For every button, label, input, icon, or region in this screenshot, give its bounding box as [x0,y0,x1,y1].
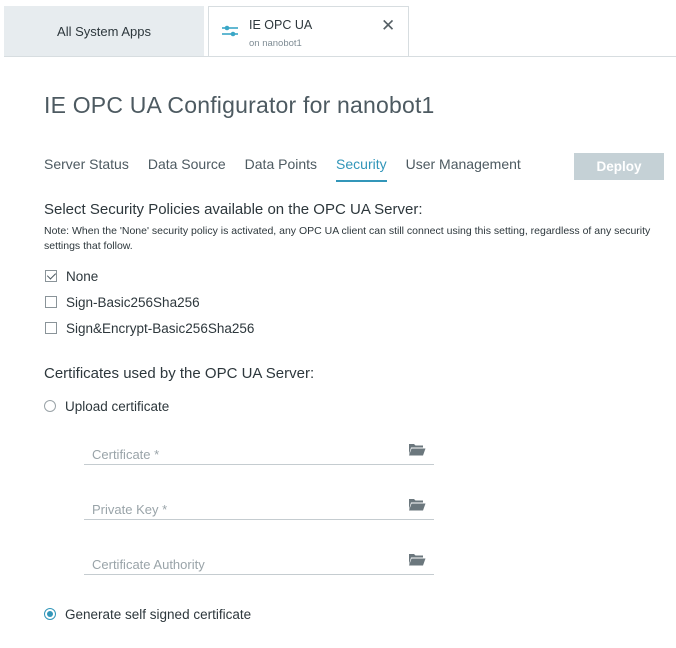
nav-server-status[interactable]: Server Status [44,156,129,182]
policy-none-label: None [66,268,99,284]
certificate-input[interactable] [92,447,392,462]
tab-ie-opc-ua[interactable]: IE OPC UA on nanobot1 ✕ [208,6,409,57]
folder-open-icon[interactable] [408,497,426,511]
upload-certificate-label: Upload certificate [65,398,170,414]
deploy-button[interactable]: Deploy [574,153,664,180]
private-key-input[interactable] [92,502,392,517]
certificate-field [84,439,434,465]
tab-subtitle: on nanobot1 [249,38,302,49]
nav-user-management[interactable]: User Management [406,156,521,182]
tab-all-system-apps[interactable]: All System Apps [4,6,204,57]
policy-none-checkbox[interactable] [45,270,57,282]
close-icon[interactable]: ✕ [381,16,395,36]
certificate-authority-field [84,549,434,575]
policy-sign-checkbox-row[interactable]: Sign-Basic256Sha256 [44,293,200,311]
folder-open-icon[interactable] [408,442,426,456]
opc-ua-app-icon [222,25,238,37]
generate-certificate-label: Generate self signed certificate [65,606,252,622]
tab-bar-divider [4,56,676,57]
config-nav: Server Status Data Source Data Points Se… [44,156,540,182]
upload-certificate-radio[interactable] [44,400,56,412]
policy-sign-encrypt-label: Sign&Encrypt-Basic256Sha256 [66,320,255,336]
policy-sign-checkbox[interactable] [45,296,57,308]
tab-title: IE OPC UA [249,18,313,32]
security-policies-heading: Select Security Policies available on th… [44,201,423,218]
security-note: Note: When the 'None' security policy is… [44,225,651,252]
certificate-authority-input[interactable] [92,557,392,572]
generate-certificate-radio[interactable] [44,608,56,620]
folder-open-icon[interactable] [408,552,426,566]
policy-sign-encrypt-checkbox[interactable] [45,322,57,334]
policy-none-checkbox-row[interactable]: None [44,267,98,285]
private-key-field [84,494,434,520]
nav-data-points[interactable]: Data Points [245,156,317,182]
nav-security[interactable]: Security [336,156,387,182]
page-title: IE OPC UA Configurator for nanobot1 [44,92,435,118]
generate-certificate-option[interactable]: Generate self signed certificate [44,605,251,623]
nav-data-source[interactable]: Data Source [148,156,226,182]
policy-sign-label: Sign-Basic256Sha256 [66,294,200,310]
certificates-heading: Certificates used by the OPC UA Server: [44,365,315,382]
app-tab-bar: All System Apps IE OPC UA on nanobot1 ✕ [0,0,676,58]
policy-sign-encrypt-checkbox-row[interactable]: Sign&Encrypt-Basic256Sha256 [44,319,254,337]
upload-certificate-option[interactable]: Upload certificate [44,397,169,415]
tab-all-system-apps-label: All System Apps [57,24,151,39]
